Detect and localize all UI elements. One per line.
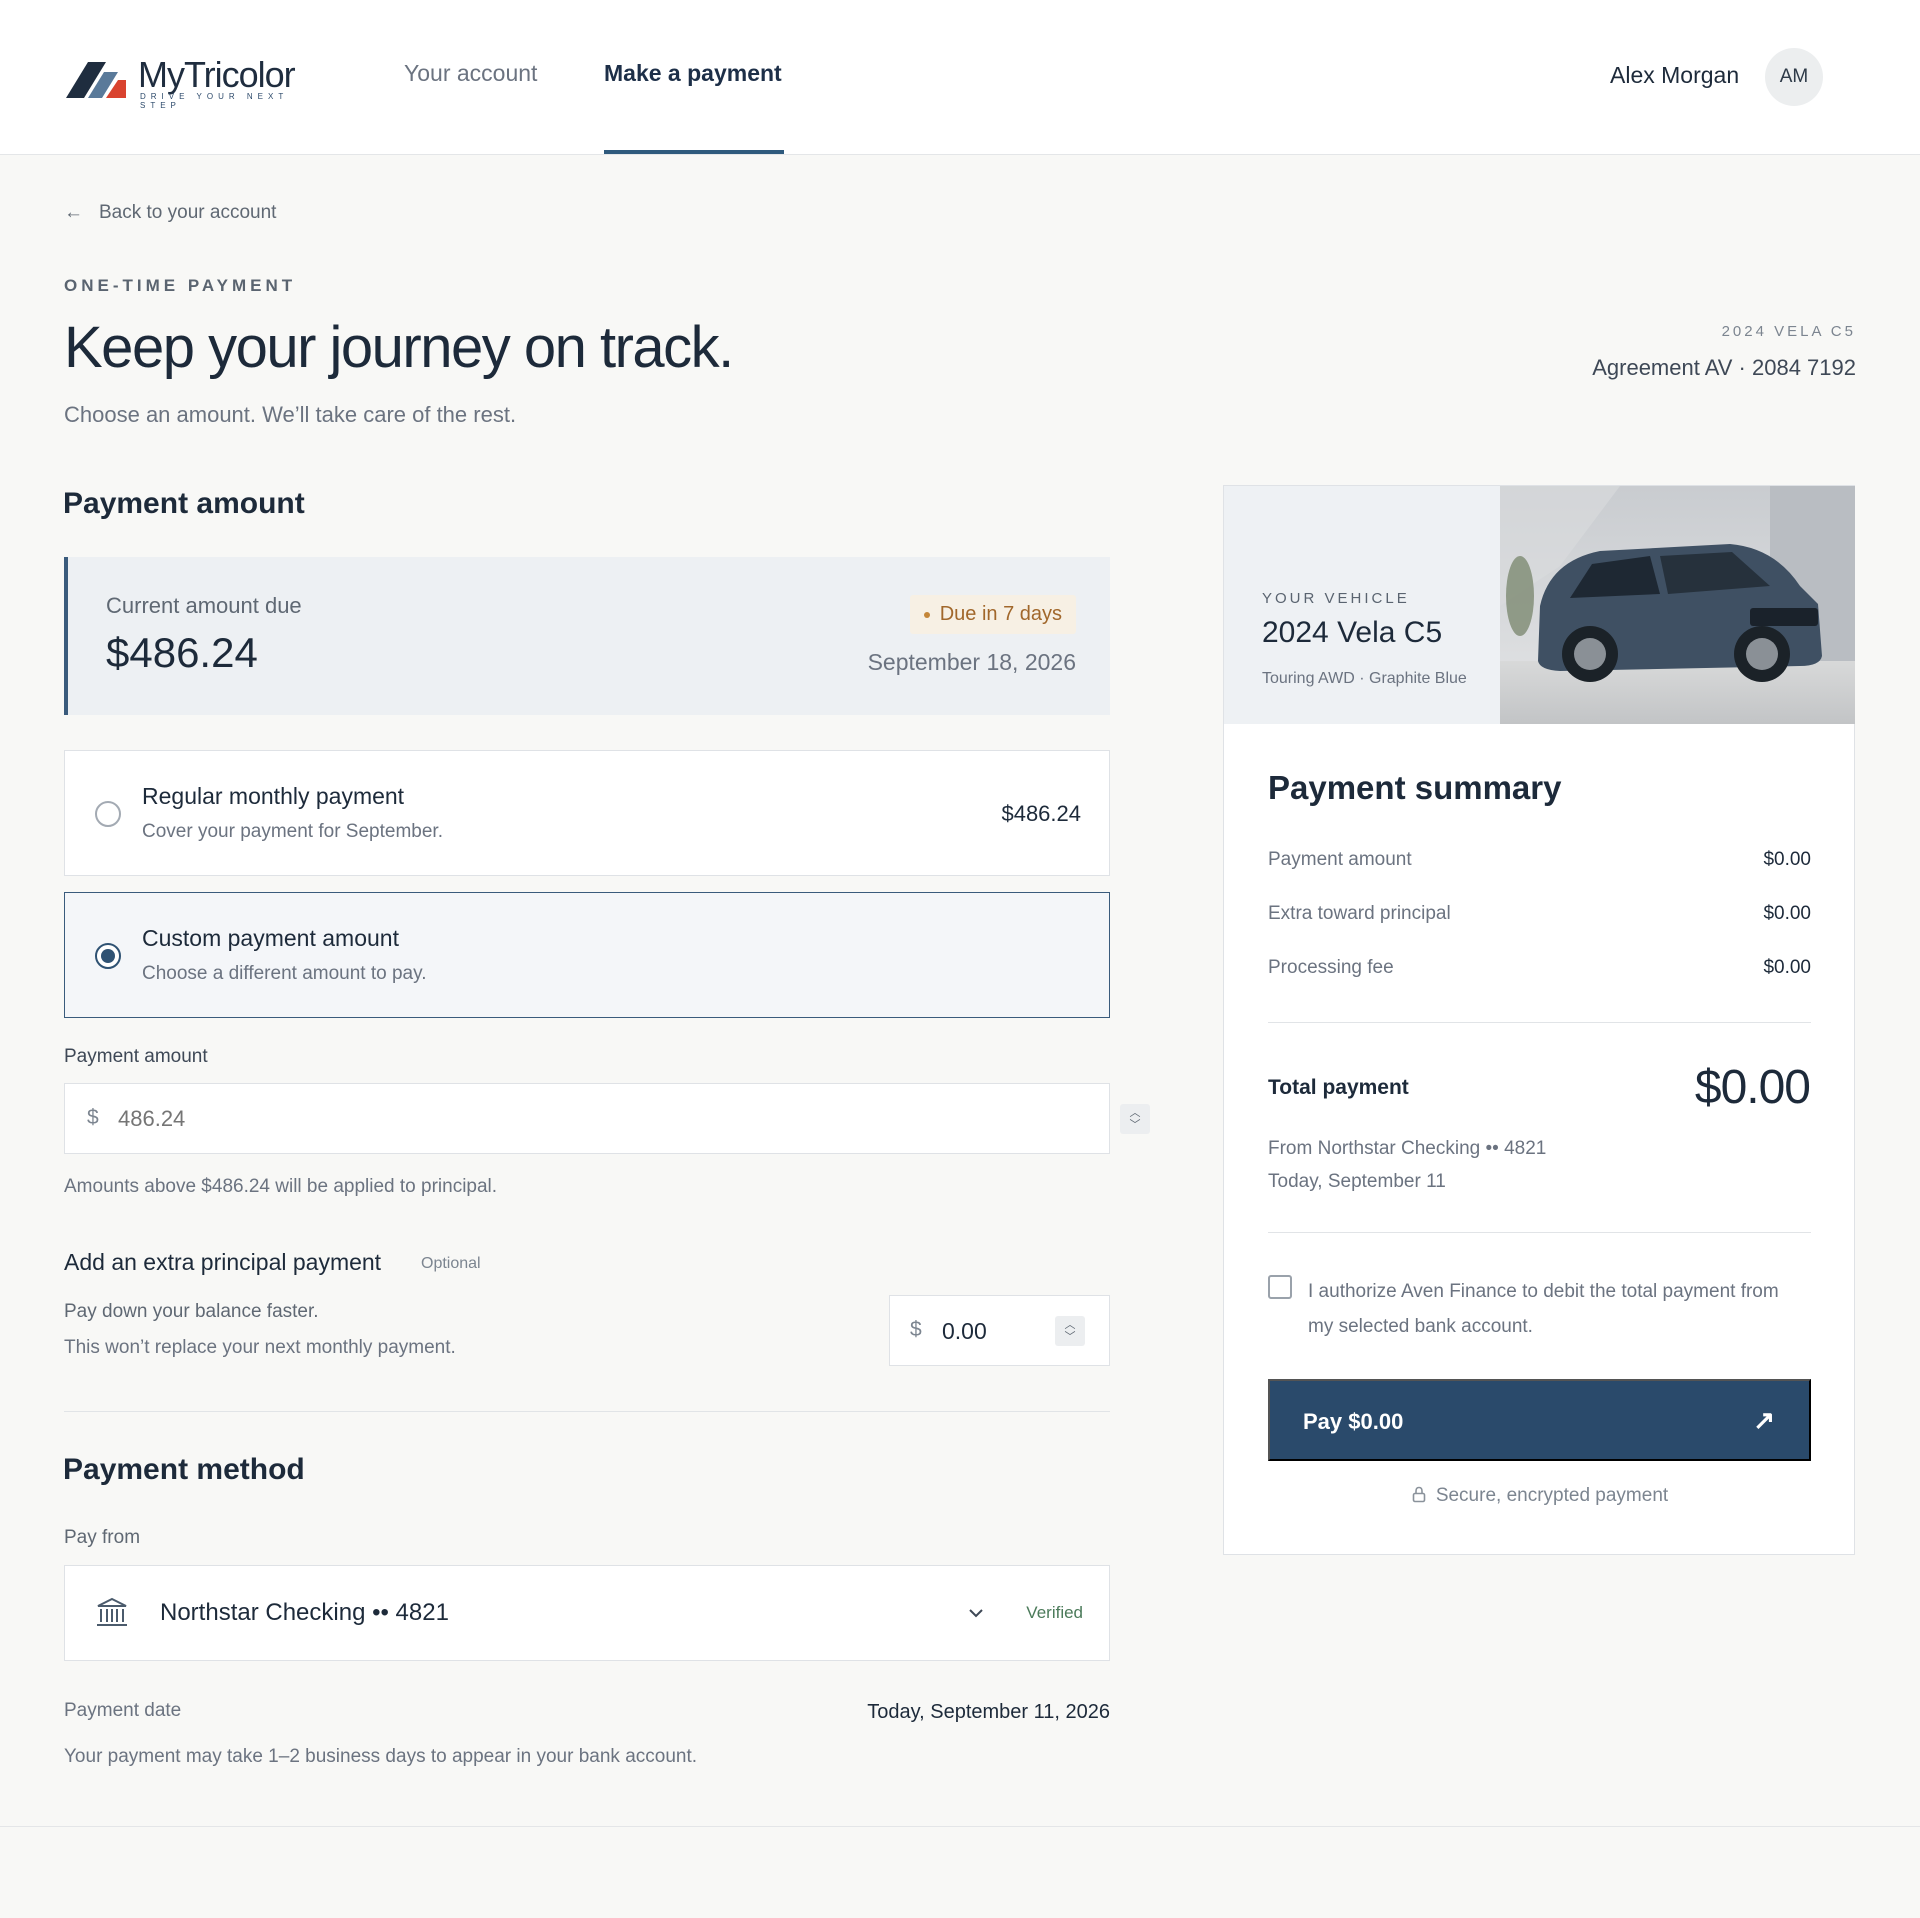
pay-from-label: Pay from: [64, 1527, 141, 1548]
selected-account: Northstar Checking •• 4821: [160, 1599, 449, 1626]
summary-row-extra-principal: Extra toward principal $0.00: [1268, 903, 1811, 925]
bank-icon: [97, 1597, 127, 1626]
due-badge-label: Due in 7 days: [939, 603, 1062, 625]
summary-value: $0.00: [1763, 903, 1811, 924]
avatar[interactable]: AM: [1765, 48, 1823, 106]
vehicle-trim: Touring AWD · Graphite Blue: [1262, 670, 1467, 687]
page-title: Keep your journey on track.: [64, 315, 734, 380]
pay-button-label: Pay $0.00: [1303, 1409, 1404, 1434]
due-label: Current amount due: [106, 593, 302, 618]
radio-regular-payment[interactable]: [95, 801, 121, 827]
payment-amount-field[interactable]: $ ︿ ﹀: [64, 1083, 1150, 1154]
amount-stepper[interactable]: ︿ ﹀: [1120, 1104, 1150, 1134]
current-amount-due-card: Current amount due $486.24 Due in 7 days…: [64, 557, 1110, 715]
payment-timing-note: Your payment may take 1–2 business days …: [64, 1746, 698, 1767]
payment-summary-title: Payment summary: [1268, 769, 1562, 806]
summary-row-processing-fee: Processing fee $0.00: [1268, 957, 1811, 979]
option-regular-monthly-payment[interactable]: Regular monthly payment Cover your payme…: [64, 750, 1110, 876]
arrow-left-icon: ←: [64, 202, 83, 223]
page-subtitle: Choose an amount. We’ll take care of the…: [64, 402, 517, 427]
authorize-checkbox[interactable]: [1268, 1275, 1292, 1299]
payment-when-line: Today, September 11: [1268, 1171, 1446, 1192]
secure-payment-note: Secure, encrypted payment: [1224, 1485, 1856, 1507]
summary-label: Extra toward principal: [1268, 903, 1451, 924]
summary-divider: [1268, 1232, 1811, 1233]
radio-custom-payment[interactable]: [95, 943, 121, 969]
brand-name: MyTricolor: [138, 54, 296, 95]
option-amount: $486.24: [1001, 801, 1081, 826]
extra-stepper[interactable]: ︿ ﹀: [1055, 1316, 1085, 1346]
chevron-up-icon[interactable]: ︿: [1120, 1107, 1150, 1119]
payment-amount-label: Payment amount: [64, 1046, 208, 1067]
extra-principal-title: Add an extra principal payment: [64, 1249, 382, 1275]
extra-principal-desc: Pay down your balance faster.: [64, 1301, 319, 1322]
vehicle-info-panel: YOUR VEHICLE 2024 Vela C5 Touring AWD · …: [1224, 486, 1500, 724]
option-custom-payment-amount[interactable]: Custom payment amount Choose a different…: [64, 892, 1110, 1018]
secure-label: Secure, encrypted payment: [1435, 1485, 1669, 1506]
vehicle-name: 2024 Vela C5: [1262, 616, 1443, 649]
lock-icon: [1412, 1486, 1426, 1503]
summary-label: Processing fee: [1268, 957, 1394, 978]
mytricolor-logo[interactable]: MyTricolor DRIVE YOUR NEXT STEP: [66, 54, 316, 110]
due-status-badge: Due in 7 days: [909, 595, 1076, 634]
top-header: MyTricolor DRIVE YOUR NEXT STEP Your acc…: [0, 0, 1920, 155]
back-link-label: Back to your account: [99, 202, 277, 223]
payment-date-label: Payment date: [64, 1700, 182, 1721]
active-nav-indicator: [604, 150, 784, 154]
back-to-account-link[interactable]: ← Back to your account: [64, 202, 276, 224]
option-title: Custom payment amount: [142, 925, 399, 951]
payment-date-value: Today, September 11, 2026: [867, 1701, 1110, 1723]
payment-method-heading: Payment method: [63, 1453, 305, 1486]
payment-amount-input[interactable]: [118, 1102, 918, 1136]
summary-value: $0.00: [1763, 957, 1811, 978]
option-title: Regular monthly payment: [142, 783, 405, 809]
chevron-down-icon[interactable]: [967, 1607, 985, 1619]
extra-principal-field[interactable]: $ ︿ ﹀: [889, 1295, 1110, 1366]
nav-your-account[interactable]: Your account: [404, 60, 537, 87]
option-description: Cover your payment for September.: [142, 821, 443, 842]
arrow-up-right-icon: ↗: [1753, 1405, 1775, 1435]
total-payment-label: Total payment: [1268, 1076, 1409, 1099]
currency-symbol: $: [87, 1106, 99, 1129]
section-divider: [64, 1411, 1110, 1412]
vehicle-eyebrow: YOUR VEHICLE: [1262, 590, 1410, 607]
footer-divider: [0, 1826, 1920, 1827]
extra-principal-note: This won’t replace your next monthly pay…: [64, 1337, 456, 1358]
vehicle-photo: [1500, 486, 1855, 724]
user-name[interactable]: Alex Morgan: [1610, 62, 1739, 89]
chevron-down-icon[interactable]: ﹀: [1055, 1331, 1085, 1343]
agreement-number: Agreement AV · 2084 7192: [1592, 355, 1856, 380]
payment-amount-heading: Payment amount: [63, 487, 305, 520]
nav-make-a-payment[interactable]: Make a payment: [604, 60, 782, 87]
due-amount: $486.24: [106, 629, 258, 676]
payment-summary-card: YOUR VEHICLE 2024 Vela C5 Touring AWD · …: [1223, 485, 1855, 1555]
tricolor-stripes-icon: [66, 62, 126, 98]
chevron-down-icon[interactable]: ﹀: [1120, 1119, 1150, 1131]
optional-tag: Optional: [421, 1255, 481, 1272]
extra-principal-input[interactable]: [942, 1314, 1052, 1348]
page-eyebrow: ONE-TIME PAYMENT: [64, 276, 297, 295]
summary-row-payment-amount: Payment amount $0.00: [1268, 849, 1811, 871]
chevron-up-icon[interactable]: ︿: [1055, 1319, 1085, 1331]
authorize-text[interactable]: I authorize Aven Finance to debit the to…: [1308, 1274, 1788, 1344]
due-date: September 18, 2026: [867, 649, 1076, 675]
status-dot-icon: [923, 611, 930, 618]
bank-account-select[interactable]: Northstar Checking •• 4821 Verified: [64, 1565, 1110, 1661]
currency-symbol: $: [910, 1318, 922, 1341]
summary-divider: [1268, 1022, 1811, 1023]
verified-badge: Verified: [1026, 1603, 1083, 1622]
brand-tagline: DRIVE YOUR NEXT STEP: [140, 92, 289, 110]
option-description: Choose a different amount to pay.: [142, 963, 427, 984]
summary-value: $0.00: [1763, 849, 1811, 870]
funding-source-line: From Northstar Checking •• 4821: [1268, 1138, 1547, 1159]
vehicle-model-label: 2024 VELA C5: [1721, 323, 1856, 340]
suv-image: [1500, 486, 1855, 724]
pay-button[interactable]: Pay $0.00 ↗: [1268, 1379, 1811, 1461]
summary-label: Payment amount: [1268, 849, 1412, 870]
total-payment-value: $0.00: [1694, 1061, 1811, 1114]
principal-helper-text: Amounts above $486.24 will be applied to…: [64, 1176, 498, 1197]
